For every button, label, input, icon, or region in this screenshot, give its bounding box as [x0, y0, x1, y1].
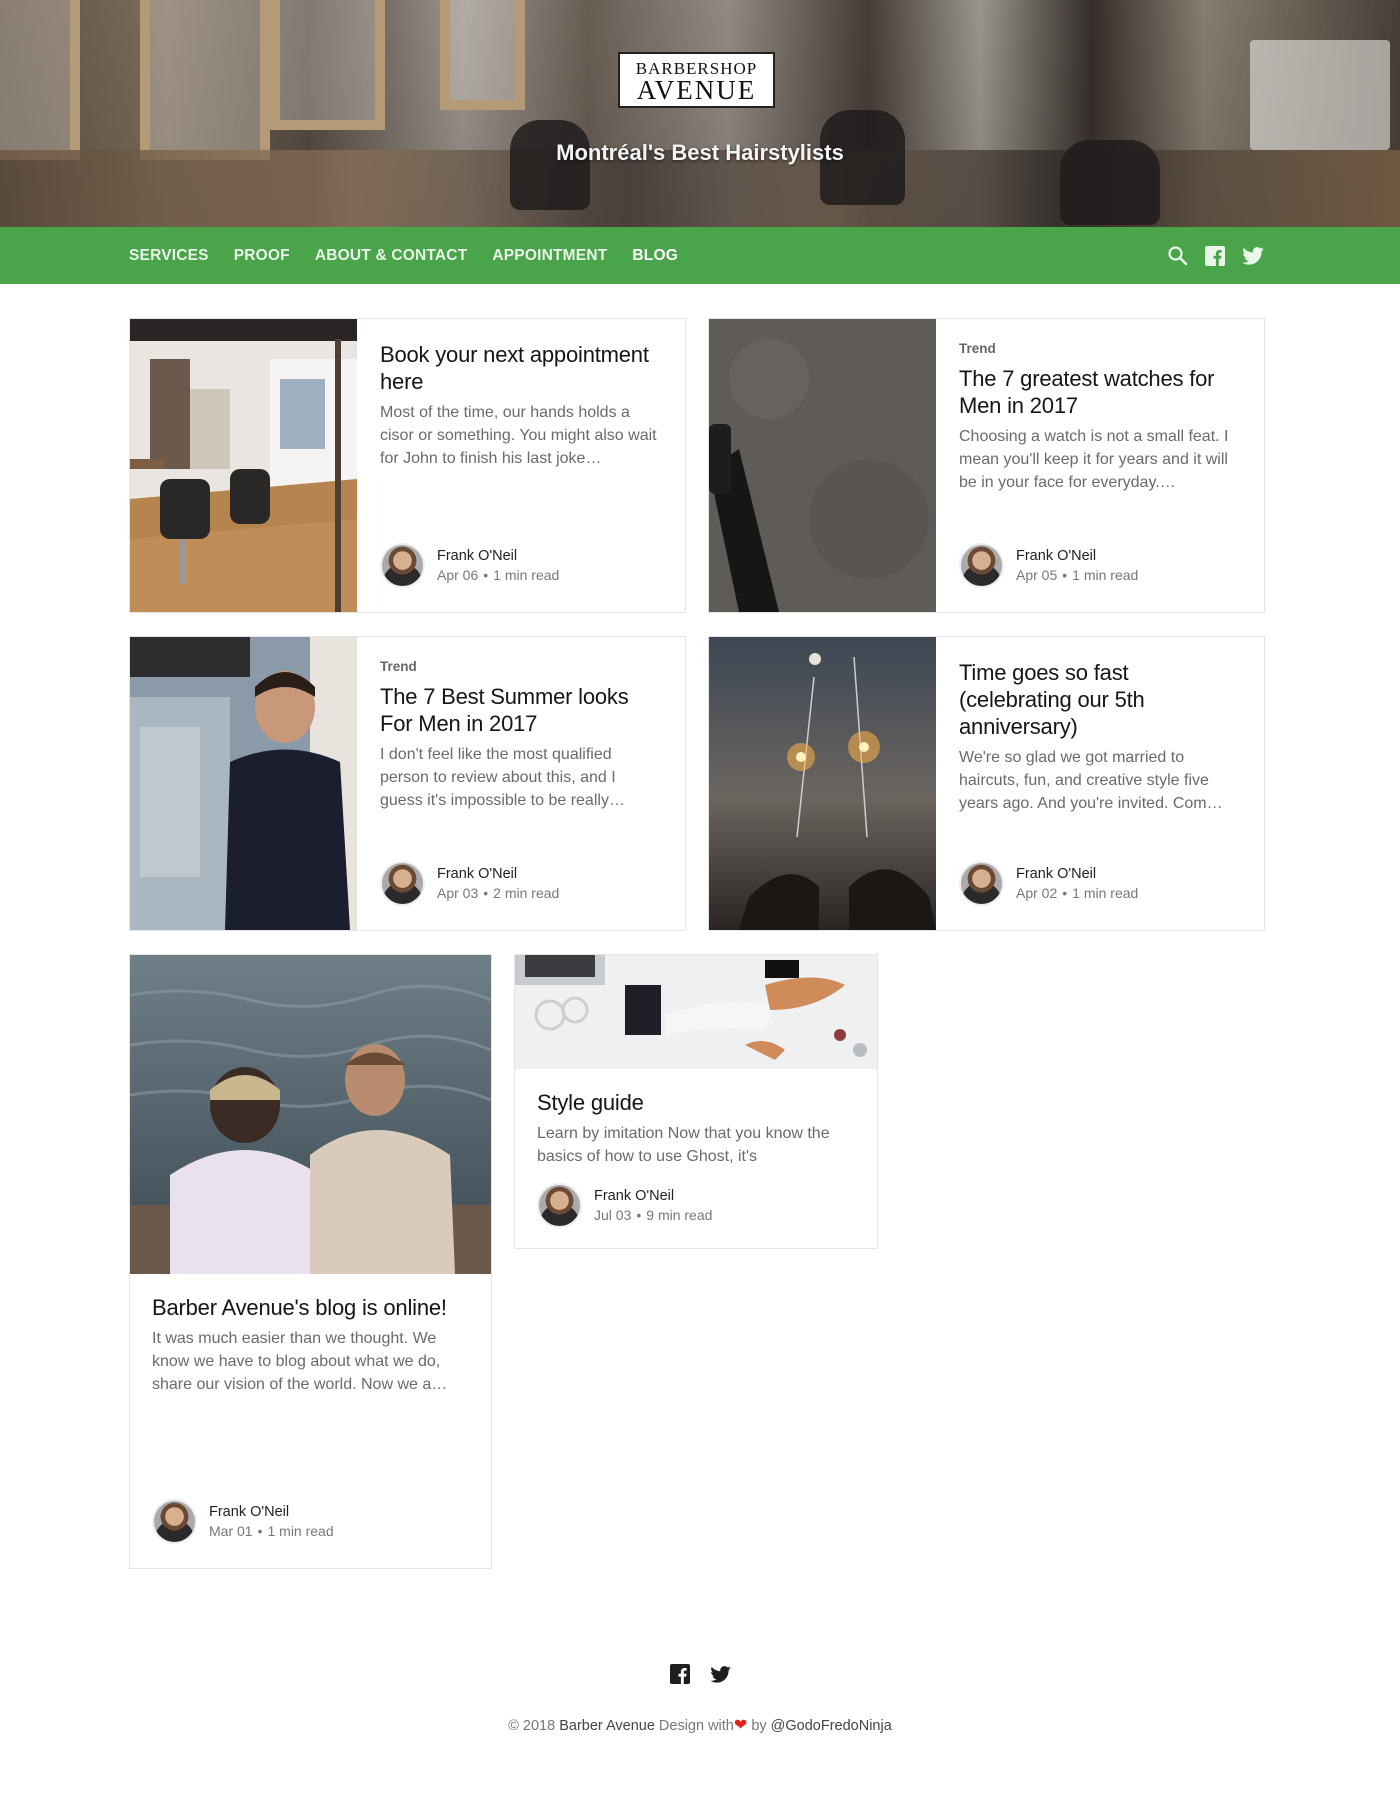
footer-credits: © 2018 Barber Avenue Design with❤ by @Go… [0, 1715, 1400, 1735]
footer-design-with: Design with [658, 1718, 734, 1734]
nav-link-appointment[interactable]: APPOINTMENT [492, 247, 607, 265]
post-content: Style guide Learn by imitation Now that … [537, 1089, 855, 1168]
post-content: Time goes so fast (celebrating our 5th a… [936, 637, 1264, 930]
post-title[interactable]: Time goes so fast (celebrating our 5th a… [959, 659, 1241, 740]
post-read-time: 1 min read [1072, 884, 1139, 901]
post-author: Frank O'Neil Apr 06 • 1 min read [380, 543, 559, 588]
post-title[interactable]: The 7 Best Summer looks For Men in 2017 [380, 683, 662, 737]
post-image-watch[interactable] [709, 319, 936, 612]
author-name[interactable]: Frank O'Neil [209, 1503, 334, 1522]
post-content: Barber Avenue's blog is online! It was m… [152, 1294, 469, 1396]
post-card[interactable]: Barber Avenue's blog is online! It was m… [129, 954, 492, 1569]
post-content: Trend The 7 greatest watches for Men in … [936, 319, 1264, 612]
post-date: Jul 03 [594, 1206, 632, 1223]
post-card[interactable]: Book your next appointment here Most of … [129, 318, 686, 613]
post-read-time: 2 min read [493, 884, 560, 901]
logo-line2: AVENUE [636, 75, 757, 105]
footer-copyright: © 2018 [508, 1718, 556, 1734]
facebook-icon[interactable] [1204, 245, 1226, 267]
heart-icon: ❤ [733, 1717, 748, 1734]
twitter-icon[interactable] [709, 1663, 731, 1685]
post-date: Apr 05 [1016, 566, 1058, 583]
author-name[interactable]: Frank O'Neil [437, 547, 559, 566]
post-meta: Apr 02 • 1 min read [1016, 884, 1139, 901]
post-author: Frank O'Neil Jul 03 • 9 min read [537, 1183, 712, 1228]
post-read-time: 1 min read [1072, 566, 1139, 583]
post-title[interactable]: The 7 greatest watches for Men in 2017 [959, 365, 1241, 419]
author-name[interactable]: Frank O'Neil [1016, 547, 1138, 566]
post-read-time: 1 min read [493, 566, 560, 583]
author-avatar[interactable] [152, 1499, 197, 1544]
hero-mirror [140, 0, 270, 160]
post-content: Book your next appointment here Most of … [357, 319, 685, 612]
site-logo[interactable]: BARBERSHOP AVENUE [618, 52, 775, 108]
hero-banner: BARBERSHOP AVENUE Montréal's Best Hairst… [0, 0, 1400, 227]
post-author: Frank O'Neil Apr 03 • 2 min read [380, 861, 559, 906]
post-excerpt: Most of the time, our hands holds a ciso… [380, 404, 657, 467]
post-card[interactable]: Time goes so fast (celebrating our 5th a… [708, 636, 1265, 931]
hero-mirror [270, 0, 385, 130]
post-content: Trend The 7 Best Summer looks For Men in… [357, 637, 685, 930]
author-name[interactable]: Frank O'Neil [1016, 865, 1138, 884]
footer-brand-link[interactable]: Barber Avenue [559, 1718, 655, 1734]
post-excerpt: I don't feel like the most qualified per… [380, 746, 625, 809]
post-tag[interactable]: Trend [959, 341, 1241, 356]
author-avatar[interactable] [537, 1183, 582, 1228]
post-meta: Apr 06 • 1 min read [437, 566, 560, 583]
nav-icons [1166, 227, 1264, 284]
post-image-two-men-water[interactable] [130, 955, 491, 1274]
hero-mirror [440, 0, 525, 110]
footer-social [0, 1663, 1400, 1685]
post-meta: Mar 01 • 1 min read [209, 1522, 334, 1539]
post-card[interactable]: Trend The 7 Best Summer looks For Men in… [129, 636, 686, 931]
post-author: Frank O'Neil Mar 01 • 1 min read [152, 1499, 334, 1544]
post-meta: Apr 05 • 1 min read [1016, 566, 1139, 583]
post-author: Frank O'Neil Apr 05 • 1 min read [959, 543, 1138, 588]
nav-link-proof[interactable]: PROOF [234, 247, 290, 265]
post-date: Mar 01 [209, 1522, 253, 1539]
post-date: Apr 02 [1016, 884, 1058, 901]
post-date: Apr 03 [437, 884, 479, 901]
post-title[interactable]: Style guide [537, 1089, 855, 1116]
post-title[interactable]: Barber Avenue's blog is online! [152, 1294, 469, 1321]
nav-link-services[interactable]: SERVICES [129, 247, 209, 265]
footer-author-link[interactable]: @GodoFredoNinja [771, 1718, 892, 1734]
post-read-time: 1 min read [267, 1522, 334, 1539]
author-avatar[interactable] [959, 861, 1004, 906]
post-excerpt: Choosing a watch is not a small feat. I … [959, 428, 1229, 491]
nav-links: SERVICES PROOF ABOUT & CONTACT APPOINTME… [129, 227, 678, 284]
post-card[interactable]: Trend The 7 greatest watches for Men in … [708, 318, 1265, 613]
search-icon[interactable] [1166, 245, 1188, 267]
post-author: Frank O'Neil Apr 02 • 1 min read [959, 861, 1138, 906]
hero-mirror [0, 0, 80, 160]
post-meta: Apr 03 • 2 min read [437, 884, 560, 901]
footer-by: by [751, 1718, 767, 1734]
post-image-flatlay[interactable] [515, 955, 877, 1069]
post-excerpt: We're so glad we got married to haircuts… [959, 749, 1223, 812]
post-excerpt: Learn by imitation Now that you know the… [537, 1125, 830, 1165]
post-tag[interactable]: Trend [380, 659, 662, 674]
post-date: Apr 06 [437, 566, 479, 583]
author-avatar[interactable] [959, 543, 1004, 588]
post-title[interactable]: Book your next appointment here [380, 341, 662, 395]
post-meta: Jul 03 • 9 min read [594, 1206, 713, 1223]
twitter-icon[interactable] [1242, 245, 1264, 267]
nav-link-blog[interactable]: BLOG [632, 247, 678, 265]
post-image-salon[interactable] [130, 319, 357, 612]
post-image-man-sweater[interactable] [130, 637, 357, 930]
author-name[interactable]: Frank O'Neil [437, 865, 559, 884]
main-nav: SERVICES PROOF ABOUT & CONTACT APPOINTME… [0, 227, 1400, 284]
nav-link-about-contact[interactable]: ABOUT & CONTACT [315, 247, 468, 265]
hero-shelf [1250, 40, 1390, 150]
facebook-icon[interactable] [669, 1663, 691, 1685]
post-read-time: 9 min read [646, 1206, 713, 1223]
site-tagline: Montréal's Best Hairstylists [556, 140, 844, 165]
post-image-sparklers[interactable] [709, 637, 936, 930]
post-card[interactable]: Style guide Learn by imitation Now that … [514, 954, 878, 1249]
author-name[interactable]: Frank O'Neil [594, 1187, 712, 1206]
author-avatar[interactable] [380, 861, 425, 906]
author-avatar[interactable] [380, 543, 425, 588]
post-excerpt: It was much easier than we thought. We k… [152, 1330, 448, 1393]
